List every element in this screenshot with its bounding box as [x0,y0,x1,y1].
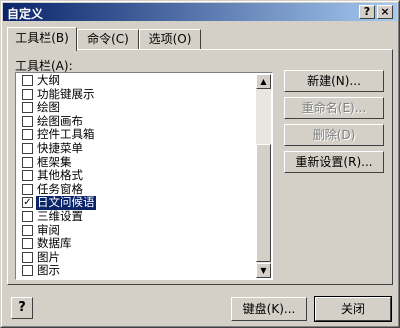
toolbar-item-label: 控件工具箱 [37,127,95,142]
toolbar-item-label: 大纲 [37,74,60,87]
toolbar-checkbox[interactable] [22,129,33,141]
toolbar-item-label: 框架集 [37,154,72,169]
toolbar-list-item[interactable]: 其他格式 [17,169,255,183]
toolbar-checkbox[interactable]: ✓ [22,197,33,209]
toolbar-checkbox[interactable] [22,224,33,236]
delete-toolbar-button[interactable]: 删除(D) [284,124,384,146]
toolbar-list-item[interactable]: 图片 [17,249,255,265]
toolbar-checkbox[interactable] [22,265,33,277]
toolbar-checkbox[interactable] [22,75,33,86]
toolbar-checkbox[interactable] [22,115,33,127]
toolbar-list-item[interactable]: 快捷菜单 [17,142,255,156]
close-icon[interactable]: × [377,5,393,19]
toolbar-list-item[interactable]: 控件工具箱 [17,128,255,142]
toolbar-checkbox[interactable] [22,238,33,250]
toolbar-checkbox[interactable] [22,210,33,222]
toolbar-checkbox[interactable] [22,102,33,114]
close-button[interactable]: 关闭 [314,296,392,322]
toolbar-item-label: 审阅 [37,222,60,237]
customize-dialog: 自定义 ? × 工具栏(B) 命令(C) 选项(O) 工具栏(A): 大纲 功能键… [0,0,400,328]
tab-commands-label: 命令(C) [87,32,129,46]
toolbar-item-label: 其他格式 [37,168,83,183]
tab-toolbars[interactable]: 工具栏(B) [7,27,77,51]
toolbar-checkbox[interactable] [22,183,33,195]
tab-options-label: 选项(O) [148,32,192,46]
scroll-thumb[interactable] [256,144,271,262]
toolbar-list-item[interactable]: 大纲 [17,74,255,88]
toolbars-list[interactable]: 大纲 功能键展示 绘图 绘图画布 控件工具箱 快捷菜单 框架集 其他格式 任务窗格 ✓ 日文问候语三… [17,74,255,278]
dialog-title: 自定义 [7,7,44,21]
toolbar-list-item[interactable]: ✓ 日文问候语 [17,195,255,211]
toolbar-item-label: 快捷菜单 [37,140,83,155]
toolbar-list-item[interactable]: 绘图 [17,101,255,115]
keyboard-button[interactable]: 键盘(K)... [231,297,307,321]
toolbar-checkbox[interactable] [22,251,33,263]
title-bar[interactable]: 自定义 ? × [3,3,397,21]
new-toolbar-button[interactable]: 新建(N)... [284,70,384,92]
rename-toolbar-button[interactable]: 重命名(E)... [284,97,384,119]
toolbar-checkbox[interactable] [22,156,33,168]
tab-options[interactable]: 选项(O) [139,29,201,49]
help-icon[interactable]: ? [359,5,375,19]
toolbar-item-label: 绘图 [37,100,60,115]
toolbar-checkbox[interactable] [22,88,33,100]
vertical-scrollbar[interactable]: ▲ ▼ [256,74,271,278]
toolbar-item-label: 数据库 [37,236,72,251]
toolbar-list-item[interactable]: 数据库 [17,237,255,251]
toolbar-list-item[interactable]: 绘图画布 [17,113,255,129]
toolbar-item-label: 图片 [37,249,60,264]
toolbar-list-item[interactable]: 框架集 [17,154,255,170]
reset-toolbar-button[interactable]: 重新设置(R)... [284,151,384,173]
toolbar-item-label: 绘图画布 [37,113,83,128]
toolbar-checkbox[interactable] [22,170,33,182]
scroll-up-arrow-icon[interactable]: ▲ [256,74,271,89]
toolbar-list-item[interactable]: 三维设置 [17,210,255,224]
toolbar-item-label: 图示 [37,263,60,278]
toolbar-list-item[interactable]: 图示 [17,264,255,278]
toolbar-item-label: 三维设置 [37,208,83,223]
help-button-icon[interactable]: ? [11,297,33,319]
toolbar-checkbox[interactable] [22,142,33,154]
toolbars-listbox[interactable]: 大纲 功能键展示 绘图 绘图画布 控件工具箱 快捷菜单 框架集 其他格式 任务窗格 ✓ 日文问候语三… [15,72,273,280]
toolbar-list-item[interactable]: 审阅 [17,222,255,238]
toolbar-item-label: 任务窗格 [37,181,83,196]
toolbar-list-item[interactable]: 功能键展示 [17,86,255,102]
toolbar-list-item[interactable]: 任务窗格 [17,181,255,197]
toolbar-item-label: 日文问候语 [35,195,97,211]
tab-commands[interactable]: 命令(C) [77,29,139,49]
scroll-down-arrow-icon[interactable]: ▼ [256,263,271,278]
toolbar-item-label: 功能键展示 [37,86,95,101]
tab-toolbars-label: 工具栏(B) [15,31,69,45]
